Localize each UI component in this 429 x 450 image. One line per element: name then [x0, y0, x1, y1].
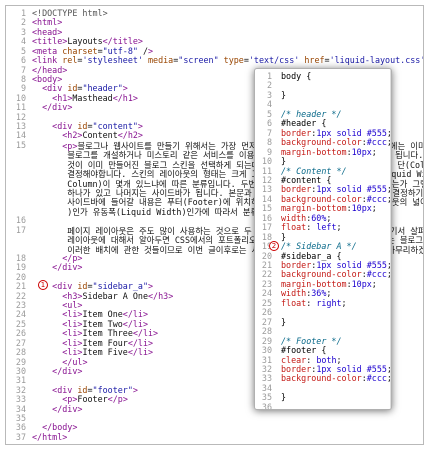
html-line-number: 17 [15, 224, 26, 235]
html-code-line[interactable]: </div> [32, 262, 82, 272]
css-panel-divider [390, 69, 391, 409]
html-code-line[interactable]: </div> [32, 366, 82, 376]
html-code-line[interactable]: <link rel='stylesheet' media="screen" ty… [32, 55, 423, 65]
html-code-line[interactable]: </html> [32, 432, 67, 442]
html-line-number: 15 [15, 139, 26, 150]
html-code-line[interactable]: </div> [32, 404, 82, 414]
html-line-number: 37 [15, 431, 26, 442]
css-code-line[interactable]: } [281, 392, 286, 402]
css-code-line[interactable]: } [281, 90, 286, 100]
css-code-line[interactable]: body { [281, 71, 311, 81]
css-code-line[interactable]: float: left; [281, 222, 342, 232]
css-code-line[interactable]: margin-bottom:10px; [281, 147, 377, 157]
css-code-line[interactable]: background-color:#ccc; [281, 373, 391, 383]
annotation-marker-2: 2 [269, 241, 279, 251]
css-code-panel[interactable]: 1 body {2 3} 4 5/* header */6 #header {7 borde… [254, 68, 392, 410]
css-line-number: 36 [261, 401, 272, 410]
annotation-marker-1: 1 [38, 280, 48, 290]
html-code-line[interactable]: </div> [32, 102, 72, 112]
css-code-line[interactable]: float: right; [281, 298, 347, 308]
css-code-line[interactable]: } [281, 317, 286, 327]
html-code-line[interactable]: )인가 유동폭(Liquid Width)인가에 따라서 분류됩니다. [32, 206, 286, 218]
